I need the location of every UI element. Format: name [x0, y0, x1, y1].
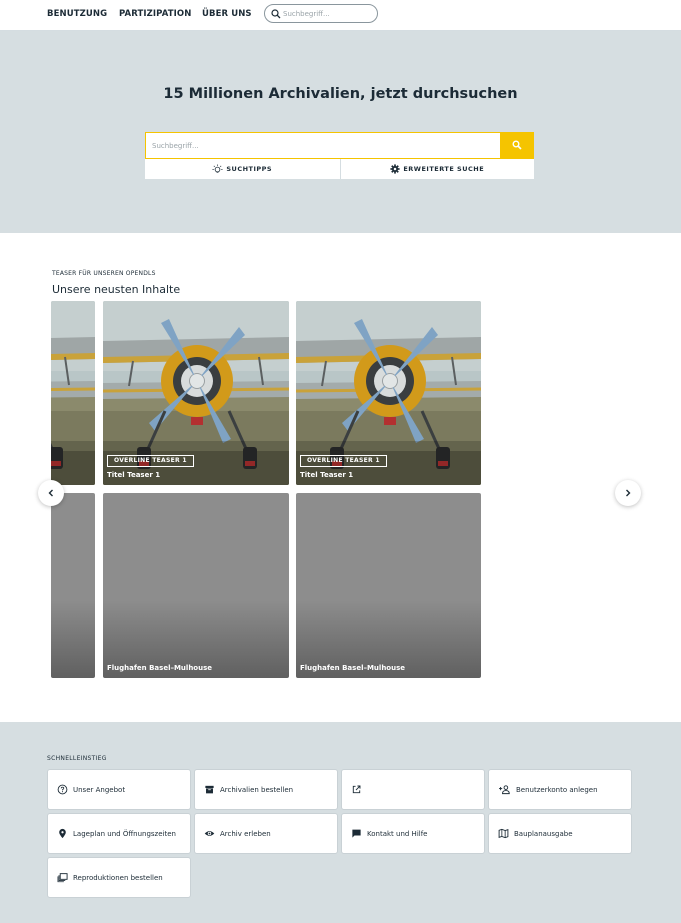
- teaser-card[interactable]: Flughafen Basel–Mulhouse: [103, 493, 289, 678]
- tile-unser-angebot[interactable]: Unser Angebot: [47, 769, 191, 810]
- tile-benutzerkonto-anlegen[interactable]: Benutzerkonto anlegen: [488, 769, 632, 810]
- archive-box-icon: [205, 785, 214, 794]
- tile-label: Reproduktionen bestellen: [73, 873, 163, 882]
- header-search: [264, 4, 378, 23]
- teaser-card-partial[interactable]: [51, 493, 95, 678]
- advanced-search-label: ERWEITERTE SUCHE: [403, 165, 485, 173]
- question-circle-icon: [57, 784, 68, 795]
- search-tips-label: SUCHTIPPS: [226, 165, 273, 173]
- tile-label: Archivalien bestellen: [220, 785, 294, 794]
- tile-label: Benutzerkonto anlegen: [516, 785, 598, 794]
- tile-external-link[interactable]: [341, 769, 485, 810]
- nav-benutzung[interactable]: BENUTZUNG: [47, 9, 107, 19]
- tile-label: Kontakt und Hilfe: [367, 829, 428, 838]
- tile-label: Unser Angebot: [73, 785, 126, 794]
- hero-search-box: [145, 132, 534, 159]
- tile-label: Archiv erleben: [220, 829, 271, 838]
- tile-archiv-erleben[interactable]: Archiv erleben: [194, 813, 338, 854]
- teaser-card-title: Flughafen Basel–Mulhouse: [300, 664, 406, 672]
- teaser-card-partial[interactable]: [51, 301, 95, 485]
- teaser-card[interactable]: OVERLINE TEASER 1 Titel Teaser 1: [296, 301, 481, 485]
- map-icon: [498, 828, 509, 839]
- map-pin-icon: [59, 828, 66, 839]
- copies-icon: [57, 873, 68, 883]
- gear-icon: [390, 164, 400, 174]
- search-options: SUCHTIPPS ERWEITERTE SUCHE: [145, 159, 534, 179]
- chevron-left-icon: [48, 489, 53, 497]
- teaser-overline: TEASER FÜR UNSEREN OPENDLS: [52, 270, 156, 277]
- hero-search-input[interactable]: [152, 139, 492, 153]
- top-navigation: BENUTZUNG PARTIZIPATION ÜBER UNS: [0, 0, 681, 31]
- teaser-card-title: Titel Teaser 1: [300, 471, 354, 479]
- tile-label: Lageplan und Öffnungszeiten: [73, 829, 176, 838]
- quick-access-overline: SCHNELLEINSTIEG: [47, 755, 107, 762]
- nav-partizipation[interactable]: PARTIZIPATION: [119, 9, 191, 19]
- hero-section: 15 Millionen Archivalien, jetzt durchsuc…: [0, 31, 681, 233]
- lightbulb-icon: [212, 163, 223, 173]
- tile-reproduktionen-bestellen[interactable]: Reproduktionen bestellen: [47, 857, 191, 898]
- carousel-next-button[interactable]: [615, 480, 641, 506]
- carousel-prev-button[interactable]: [38, 480, 64, 506]
- tile-bauplanausgabe[interactable]: Bauplanausgabe: [488, 813, 632, 854]
- search-icon: [512, 140, 522, 150]
- teaser-overline-badge: OVERLINE TEASER 1: [300, 455, 387, 467]
- advanced-search-button[interactable]: ERWEITERTE SUCHE: [339, 159, 535, 179]
- search-icon: [271, 9, 281, 19]
- search-tips-button[interactable]: SUCHTIPPS: [145, 159, 340, 179]
- teaser-card-title: Flughafen Basel–Mulhouse: [107, 664, 213, 672]
- chat-icon: [352, 829, 361, 838]
- tile-label: Bauplanausgabe: [514, 829, 573, 838]
- teaser-card[interactable]: Flughafen Basel–Mulhouse: [296, 493, 481, 678]
- eye-icon: [204, 831, 215, 836]
- quick-access-section: SCHNELLEINSTIEG Unser Angebot Archivalie…: [0, 722, 681, 923]
- nav-ueber-uns[interactable]: ÜBER UNS: [202, 9, 252, 19]
- external-link-icon: [352, 785, 361, 794]
- tile-kontakt-und-hilfe[interactable]: Kontakt und Hilfe: [341, 813, 485, 854]
- teaser-section-title: Unsere neusten Inhalte: [52, 283, 181, 296]
- teaser-overline-badge: OVERLINE TEASER 1: [107, 455, 194, 467]
- tile-archivalien-bestellen[interactable]: Archivalien bestellen: [194, 769, 338, 810]
- chevron-right-icon: [626, 489, 631, 497]
- hero-title: 15 Millionen Archivalien, jetzt durchsuc…: [163, 86, 518, 102]
- airplane-image: [51, 301, 95, 485]
- header-search-input[interactable]: [283, 7, 373, 21]
- hero-search-button[interactable]: [500, 132, 534, 159]
- teaser-card-title: Titel Teaser 1: [107, 471, 161, 479]
- teaser-card[interactable]: OVERLINE TEASER 1 Titel Teaser 1: [103, 301, 289, 485]
- tile-lageplan[interactable]: Lageplan und Öffnungszeiten: [47, 813, 191, 854]
- add-user-icon: [499, 785, 510, 795]
